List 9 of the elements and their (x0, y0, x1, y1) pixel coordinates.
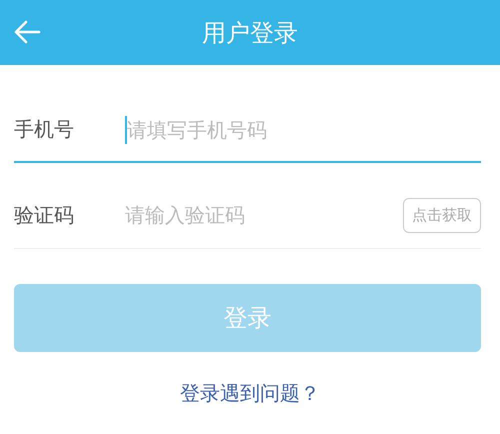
get-code-button[interactable]: 点击获取 (403, 198, 481, 232)
help-link[interactable]: 登录遇到问题？ (180, 380, 320, 407)
field-label: 验证码 (14, 202, 75, 228)
input-field[interactable]: 请输入验证码 (125, 203, 403, 227)
page-title: 用户登录 (202, 18, 298, 48)
field-label: 手机号 (14, 116, 75, 143)
input-field[interactable]: 请填写手机号码 (127, 118, 481, 142)
back-arrow-icon[interactable] (13, 20, 41, 44)
text-cursor (125, 116, 127, 144)
